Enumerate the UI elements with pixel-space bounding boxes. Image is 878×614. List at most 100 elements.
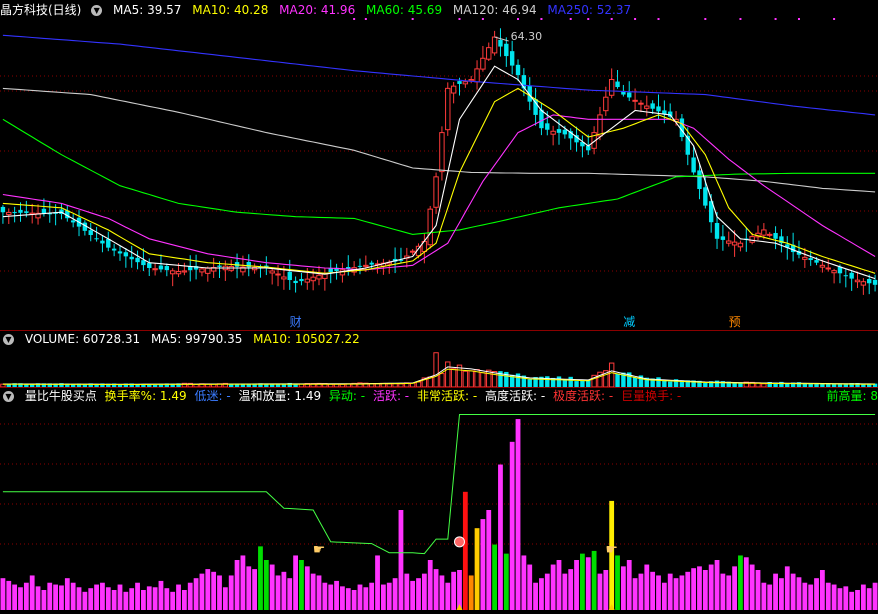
candle-body: [627, 92, 632, 98]
chevron-down-icon[interactable]: ▼: [3, 334, 14, 345]
indicator-bar: [433, 569, 439, 610]
volume-bar: [608, 362, 615, 387]
indicator-bar: [498, 464, 503, 610]
candle-body: [749, 236, 755, 243]
volume-bar: [468, 370, 474, 387]
stock-title: 晶方科技(日线): [0, 3, 82, 17]
indicator-bar: [363, 587, 369, 610]
chevron-down-icon[interactable]: ▼: [3, 391, 14, 402]
candle-body: [462, 81, 469, 85]
volume-bar: [462, 370, 469, 387]
indicator-bar: [322, 582, 328, 610]
candle-body: [123, 252, 129, 257]
candle-body: [287, 271, 292, 281]
candle-body: [720, 236, 726, 240]
ma20-line: [2, 114, 876, 271]
indicator-bar: [580, 553, 585, 610]
candle-body: [703, 187, 708, 206]
candle-body: [94, 238, 99, 240]
top-marker-dot: [364, 18, 367, 20]
indicator-bar: [47, 582, 53, 610]
candle-body: [88, 230, 93, 236]
indicator-bar: [64, 578, 70, 610]
very-active-label: 非常活跃: -: [416, 389, 478, 403]
event-label: 预: [729, 315, 741, 329]
indicator-bar: [539, 578, 544, 610]
indicator-bar: [509, 441, 515, 610]
candle-body: [275, 273, 281, 276]
indicator-bar: [252, 569, 258, 610]
candle-body: [450, 85, 457, 94]
indicator-bar: [620, 566, 626, 610]
indicator-header: ▼ 量比牛股买点 换手率%: 1.49 低迷: - 温和放量: 1.49 异动:…: [0, 388, 878, 404]
candle-body: [615, 81, 620, 88]
indicator-bar: [638, 573, 644, 610]
indicator-bar: [0, 578, 6, 610]
candle-body: [843, 275, 849, 277]
volume-bar: [656, 377, 661, 387]
indicator-bar: [749, 564, 755, 610]
candle-body: [357, 265, 363, 267]
indicator-bar: [340, 586, 345, 610]
indicator-bar: [802, 582, 808, 610]
candle-body: [638, 102, 644, 105]
indicator-bar: [462, 491, 468, 610]
indicator-bar: [474, 528, 480, 610]
top-marker-dot: [540, 18, 543, 20]
candle-body: [12, 212, 17, 214]
indicator-bar: [521, 555, 527, 610]
indicator-bar: [88, 588, 94, 610]
indicator-bar: [591, 550, 597, 610]
indicator-bar: [211, 571, 217, 610]
candle-body: [737, 242, 744, 248]
candle-body: [668, 111, 673, 117]
chevron-down-icon[interactable]: ▼: [91, 5, 103, 16]
indicator-bar: [105, 587, 111, 610]
candle-body: [603, 96, 609, 112]
indicator-bar: [656, 575, 661, 610]
candle-body: [644, 105, 650, 109]
candle-body: [650, 103, 655, 109]
top-marker-dot: [739, 18, 742, 20]
volume-ma5-line: [2, 366, 876, 385]
candle-body: [691, 157, 696, 173]
indicator-bar: [240, 555, 246, 610]
indicator-bar: [410, 580, 416, 610]
top-marker-dot: [833, 18, 836, 20]
volume-chart[interactable]: [0, 347, 878, 387]
indicator-bar: [310, 573, 316, 610]
price-chart[interactable]: 64.30 财 减 预: [0, 16, 878, 330]
indicator-chart[interactable]: ☛ ☛: [0, 404, 878, 614]
candle-body: [199, 268, 205, 273]
top-marker-dot: [587, 18, 590, 20]
indicator-bar: [29, 575, 35, 610]
event-label: 减: [623, 315, 635, 329]
indicator-bar: [258, 546, 263, 610]
candle-body: [181, 270, 188, 273]
candle-body: [597, 114, 603, 137]
indicator-bar: [837, 588, 843, 610]
indicator-bar: [849, 591, 855, 610]
indicator-bar: [12, 584, 18, 610]
indicator-bar: [141, 590, 146, 610]
candle-body: [117, 251, 123, 254]
indicator-bar: [743, 557, 749, 610]
candle-body: [0, 206, 6, 213]
indicator-bar: [345, 588, 351, 610]
volume-bar: [445, 361, 451, 387]
indicator-bar: [152, 587, 158, 610]
indicator-bar: [205, 569, 211, 610]
indicator-bar: [445, 582, 451, 610]
top-marker-dot: [411, 18, 414, 20]
indicator-bar: [287, 578, 293, 610]
ma10-line: [2, 87, 876, 274]
candle-body: [18, 209, 23, 213]
candle-body: [491, 36, 498, 54]
ma-label-5: MA5: 39.57: [113, 3, 182, 17]
volume-bar: [556, 376, 562, 387]
indicator-bar: [708, 564, 714, 610]
event-label: 财: [290, 315, 302, 329]
candle-body: [445, 87, 451, 131]
ma-label-250: MA250: 52.37: [547, 3, 632, 17]
candle-body: [6, 211, 12, 215]
